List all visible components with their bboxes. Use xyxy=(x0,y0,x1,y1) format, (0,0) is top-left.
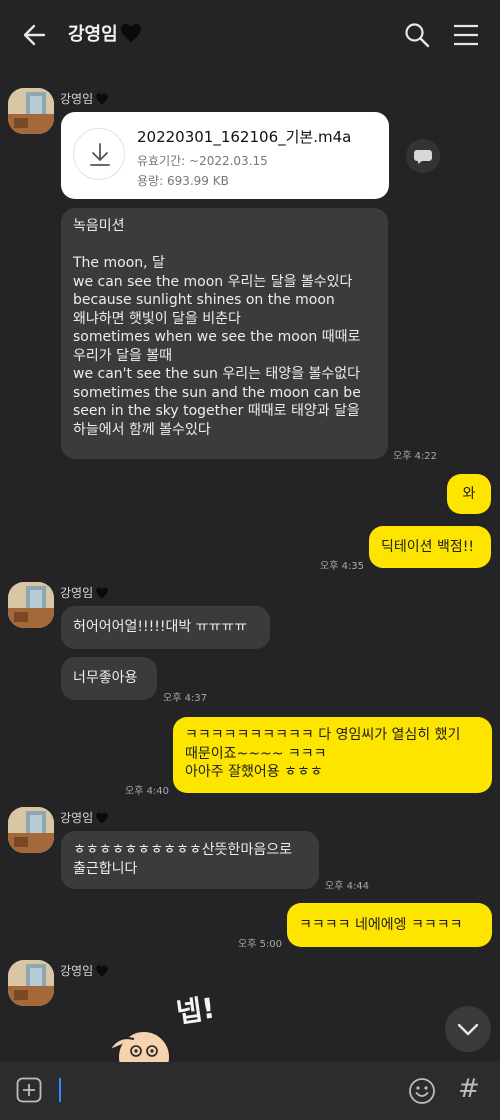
back-arrow-icon[interactable] xyxy=(18,20,52,50)
message-bubble-incoming[interactable]: ㅎㅎㅎㅎㅎㅎㅎㅎㅎㅎ산뜻한마음으로 출근합니다 xyxy=(61,831,319,889)
message-line: sometimes the sun and the moon can be xyxy=(73,384,361,401)
message-bubble-outgoing[interactable]: ㅋㅋㅋㅋ 네에에엥 ㅋㅋㅋㅋ xyxy=(287,903,492,947)
message-line: 때문이죠~~~~ ㅋㅋㅋ xyxy=(185,745,327,762)
message-line: seen in the sky together 때때로 태양과 달을 xyxy=(73,403,360,419)
black-heart-icon xyxy=(96,812,109,823)
sticker-text: 넵! xyxy=(174,991,217,1030)
message-line: 우리가 달을 볼때 xyxy=(73,347,173,364)
sender-name-text: 강영임 xyxy=(60,964,94,978)
contact-avatar[interactable] xyxy=(8,807,54,853)
sender-name: 강영임 xyxy=(60,584,109,601)
message-line: ㅎㅎㅎㅎㅎㅎㅎㅎㅎㅎ산뜻한마음으로 xyxy=(73,842,292,858)
sender-name: 강영임 xyxy=(60,809,109,826)
message-bubble-outgoing[interactable]: 와 xyxy=(447,474,491,514)
sender-name-text: 강영임 xyxy=(60,586,94,600)
message-line: we can see the moon 우리는 달을 볼수있다 xyxy=(73,273,353,290)
message-bubble-outgoing[interactable]: ㅋㅋㅋㅋㅋㅋㅋㅋㅋㅋ 다 영임씨가 열심히 했기 때문이죠~~~~ ㅋㅋㅋ 아아… xyxy=(173,717,492,793)
black-heart-icon xyxy=(96,965,109,976)
hashtag-search-icon[interactable]: # xyxy=(458,1074,480,1104)
black-heart-icon xyxy=(96,93,109,104)
chat-header: 강영임 xyxy=(0,0,500,68)
download-icon xyxy=(90,143,110,166)
message-time: 오후 5:00 xyxy=(238,939,283,950)
black-heart-icon xyxy=(96,587,109,598)
message-time: 오후 4:22 xyxy=(393,451,438,462)
message-time: 오후 4:35 xyxy=(320,561,365,572)
search-icon[interactable] xyxy=(402,20,432,50)
avatar-photo-icon xyxy=(8,960,54,1006)
sender-name-text: 강영임 xyxy=(60,811,94,825)
plus-square-icon[interactable] xyxy=(16,1077,42,1103)
message-bubble-incoming[interactable]: 너무좋아용 xyxy=(61,657,157,700)
message-line xyxy=(73,236,376,255)
message-bubble-incoming[interactable]: 허어어어얼!!!!!대박 ㅠㅠㅠㅠ xyxy=(61,606,270,649)
message-time: 오후 4:40 xyxy=(125,786,170,797)
message-input-bar: # xyxy=(0,1062,500,1120)
sender-name-text: 강영임 xyxy=(60,92,94,106)
download-icon-circle[interactable] xyxy=(73,128,125,180)
message-line: we can't see the sun 우리는 태양을 볼수없다 xyxy=(73,366,361,382)
contact-avatar[interactable] xyxy=(8,88,54,134)
text-cursor xyxy=(59,1078,61,1102)
avatar-photo-icon xyxy=(8,582,54,628)
avatar-photo-icon xyxy=(8,88,54,134)
message-line: ㅋㅋㅋㅋㅋㅋㅋㅋㅋㅋ 다 영임씨가 열심히 했기 xyxy=(185,727,461,743)
message-input[interactable] xyxy=(62,1076,392,1106)
chat-title: 강영임 xyxy=(68,20,142,46)
black-heart-icon xyxy=(120,23,141,43)
message-time: 오후 4:44 xyxy=(325,881,370,892)
avatar-photo-icon xyxy=(8,807,54,853)
emoji-icon[interactable] xyxy=(408,1077,436,1105)
file-expiry: 유효기간: ~2022.03.15 xyxy=(137,154,268,168)
message-line: because sunlight shines on the moon xyxy=(73,292,335,308)
audio-file-card[interactable]: 20220301_162106_기본.m4a 유효기간: ~2022.03.15… xyxy=(61,112,389,199)
scroll-to-bottom-button[interactable] xyxy=(445,1006,491,1052)
message-line: 녹음미션 xyxy=(73,218,125,234)
hamburger-menu-icon[interactable] xyxy=(452,22,480,48)
message-line: The moon, 달 xyxy=(73,255,165,271)
message-line: sometimes when we see the moon 때때로 xyxy=(73,329,361,345)
message-line: 출근합니다 xyxy=(73,860,138,877)
message-time: 오후 4:37 xyxy=(163,693,208,704)
saluting-character-sticker-icon xyxy=(109,1030,171,1062)
file-size: 용량: 693.99 KB xyxy=(137,174,229,188)
contact-avatar[interactable] xyxy=(8,582,54,628)
message-line: 아아주 잘했어용 ㅎㅎㅎ xyxy=(185,764,323,780)
file-name: 20220301_162106_기본.m4a xyxy=(137,128,352,146)
sender-name: 강영임 xyxy=(60,962,109,979)
chat-title-text: 강영임 xyxy=(68,24,118,45)
chevron-down-icon xyxy=(457,1023,479,1036)
sticker-image[interactable]: 넵! xyxy=(100,985,240,1062)
sender-name: 강영임 xyxy=(60,90,109,107)
share-button[interactable] xyxy=(406,139,440,173)
message-bubble-incoming[interactable]: 녹음미션 The moon, 달 we can see the moon 우리는… xyxy=(61,208,388,459)
message-line: 하늘에서 함께 볼수있다 xyxy=(73,421,211,438)
message-bubble-outgoing[interactable]: 딕테이션 백점!! xyxy=(369,526,491,568)
contact-avatar[interactable] xyxy=(8,960,54,1006)
message-line: 왜냐하면 햇빛이 달을 비춘다 xyxy=(73,310,241,327)
speech-bubble-icon xyxy=(414,150,432,164)
